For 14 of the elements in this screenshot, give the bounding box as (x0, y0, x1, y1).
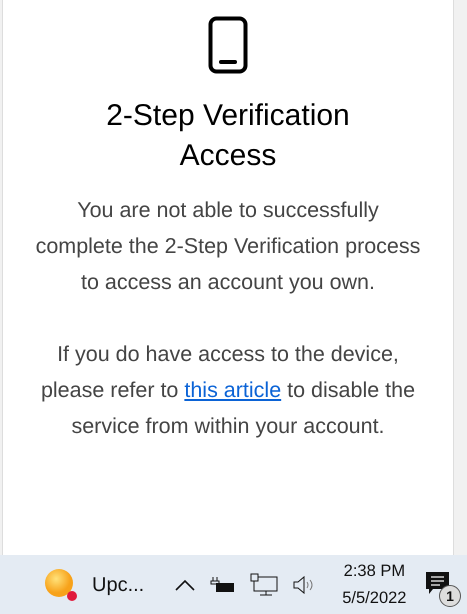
phone-icon (208, 16, 248, 74)
network-icon[interactable] (250, 572, 278, 596)
card-title: 2-Step Verification Access (105, 98, 351, 174)
app-label[interactable]: Upc... (92, 570, 144, 600)
battery-icon[interactable] (210, 576, 236, 592)
clock-date: 5/5/2022 (342, 588, 406, 608)
article-link[interactable]: this article (184, 378, 282, 402)
chevron-up-icon[interactable] (174, 578, 196, 592)
notification-button[interactable]: 1 (425, 570, 461, 606)
clock-time: 2:38 PM (342, 560, 406, 582)
app-icon[interactable] (44, 568, 78, 602)
paragraph: If you do have access to the device, please refer to this article to disable the service from within your account. (40, 341, 416, 440)
notification-count: 1 (439, 584, 461, 606)
paragraph: You are not able to successfully complete the 2-Step Verification process to access an account you own. (36, 197, 420, 296)
